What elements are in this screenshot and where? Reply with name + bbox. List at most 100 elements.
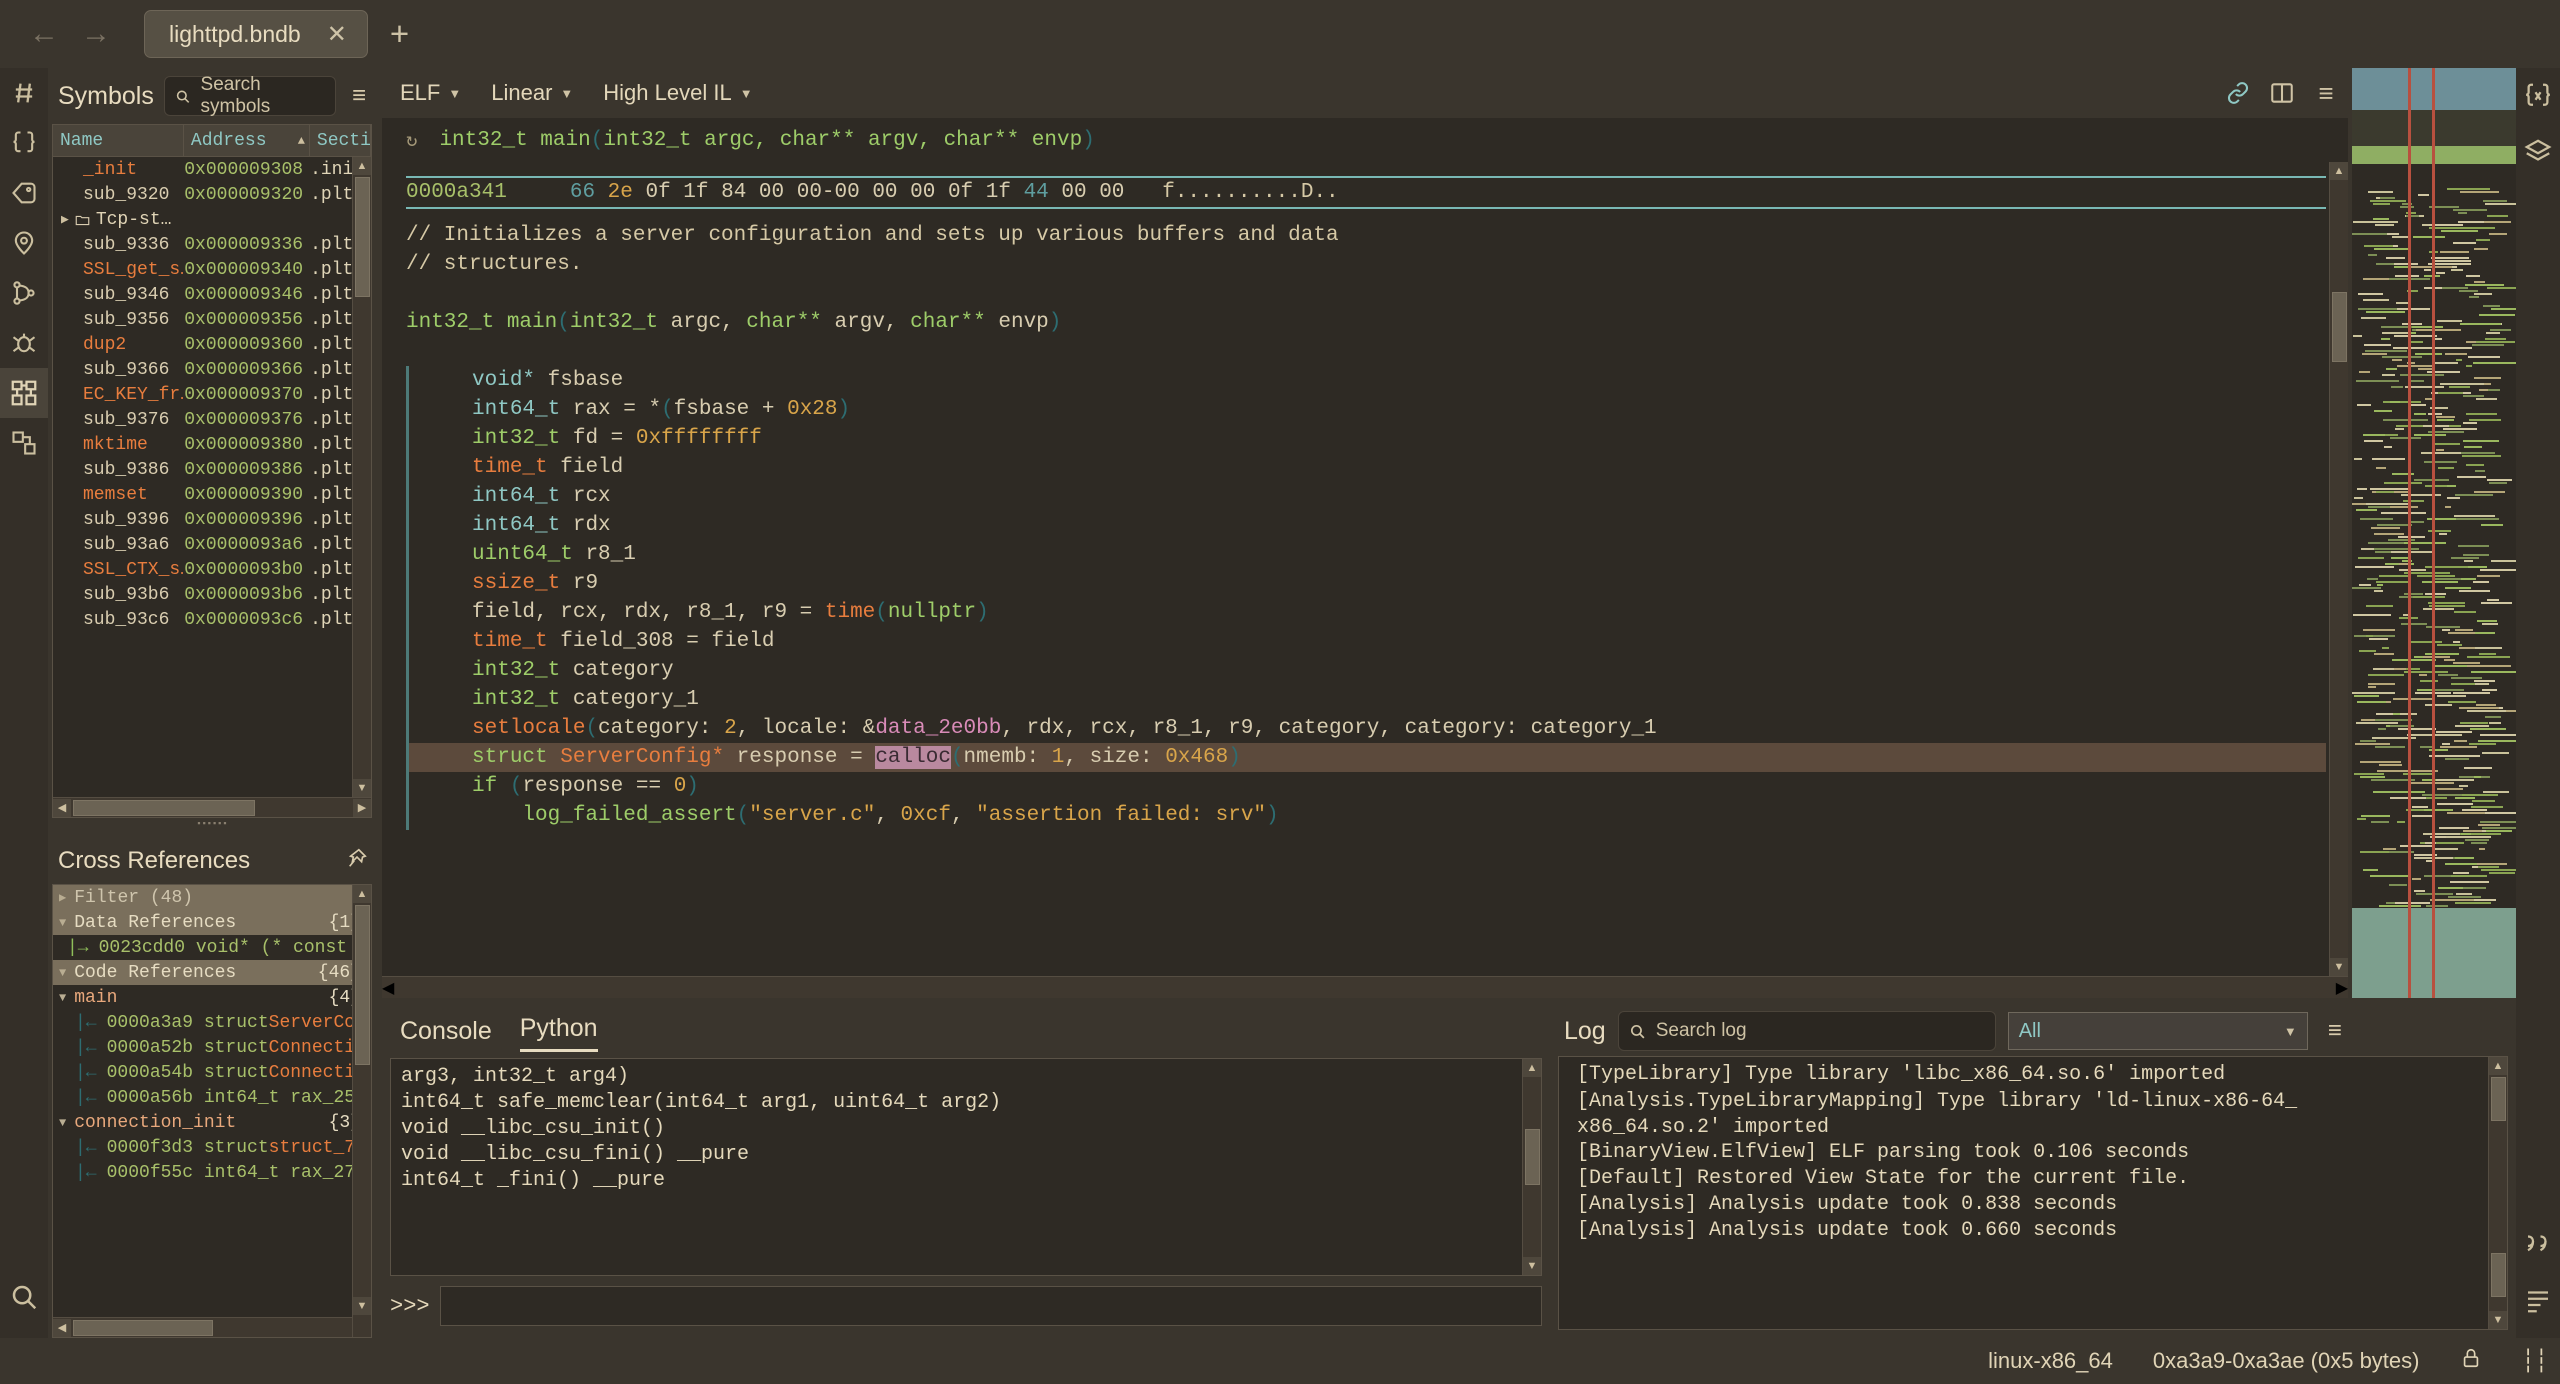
console-input[interactable] xyxy=(440,1286,1542,1326)
search-log-input[interactable]: Search log xyxy=(1618,1011,1996,1051)
code-var-r8[interactable]: uint64_t r8_1 xyxy=(406,540,2326,569)
table-row[interactable]: sub_93c60x0000093c6.plt xyxy=(53,607,371,632)
symbol-name[interactable]: sub_9356 xyxy=(53,310,184,330)
symbol-name[interactable]: EC_KEY_fr… xyxy=(53,385,184,405)
callee-log-failed-assert[interactable]: log_failed_assert xyxy=(522,804,736,827)
table-row[interactable]: sub_93460x000009346.plt xyxy=(53,282,371,307)
table-row[interactable]: sub_93360x000009336.plt xyxy=(53,232,371,257)
comments-icon[interactable] xyxy=(2516,1216,2560,1272)
refresh-icon[interactable]: ↻ xyxy=(406,129,417,152)
code-call-logassert[interactable]: log_failed_assert("server.c", 0xcf, "ass… xyxy=(406,801,2326,830)
scrollbar-thumb[interactable] xyxy=(355,905,370,1065)
layout-dropdown[interactable]: Linear ▼ xyxy=(491,80,589,106)
xrefs-vertical-scrollbar[interactable]: ▲ ▼ xyxy=(352,885,371,1337)
search-icon[interactable] xyxy=(0,1272,48,1322)
code-var-fd[interactable]: int32_t fd = 0xffffffff xyxy=(406,424,2326,453)
ref-address[interactable]: 0023cdd0 xyxy=(99,938,185,958)
symbol-name[interactable]: _init xyxy=(53,160,184,180)
minimap-overview[interactable] xyxy=(2352,68,2516,998)
code-call-time[interactable]: field, rcx, rdx, r8_1, r9 = time(nullptr… xyxy=(406,598,2326,627)
symbol-name[interactable]: sub_9320 xyxy=(53,185,184,205)
symbol-name[interactable]: SSL_CTX_s… xyxy=(53,560,184,580)
symbol-name[interactable]: memset xyxy=(53,485,184,505)
symbol-name[interactable]: sub_9386 xyxy=(53,460,184,480)
xrefs-filter-row[interactable]: ▶Filter (48) xyxy=(53,885,371,910)
code-var-category1[interactable]: int32_t category_1 xyxy=(406,685,2326,714)
symbol-name[interactable]: sub_9346 xyxy=(53,285,184,305)
symbol-name[interactable]: sub_9336 xyxy=(53,235,184,255)
xrefs-data-item[interactable]: |→0023cdd0 void* (* const callo xyxy=(53,935,371,960)
ref-address[interactable]: 0000a54b xyxy=(107,1063,193,1083)
il-level-dropdown[interactable]: High Level IL ▼ xyxy=(603,80,768,106)
callee-setlocale[interactable]: setlocale xyxy=(472,717,585,740)
xrefs-code-item[interactable]: |←0000a52b struct Connection* xyxy=(53,1035,371,1060)
column-header-name[interactable]: Name xyxy=(53,125,184,156)
hscroll-track[interactable] xyxy=(71,1320,353,1336)
xrefs-horizontal-scrollbar[interactable]: ◀ ▶ xyxy=(53,1317,371,1337)
log-level-filter-select[interactable]: All ▼ xyxy=(2008,1012,2308,1050)
code-var-field[interactable]: time_t field xyxy=(406,453,2326,482)
table-row[interactable]: sub_93a60x0000093a6.plt xyxy=(53,532,371,557)
scrollbar-thumb-2[interactable] xyxy=(2491,1253,2506,1297)
code-var-fsbase[interactable]: void* fsbase xyxy=(406,366,2326,395)
forward-icon[interactable]: → xyxy=(70,11,122,57)
scroll-down-icon[interactable]: ▼ xyxy=(2330,958,2348,976)
callee-time[interactable]: time xyxy=(825,601,875,624)
code-vertical-scrollbar[interactable]: ▲ ▼ xyxy=(2329,162,2348,976)
scrollbar-thumb[interactable] xyxy=(2491,1077,2506,1121)
symbol-name[interactable]: dup2 xyxy=(53,335,184,355)
debugger-icon[interactable] xyxy=(0,318,48,368)
table-row[interactable]: sub_93560x000009356.plt xyxy=(53,307,371,332)
code-var-rax[interactable]: int64_t rax = *(fsbase + 0x28) xyxy=(406,395,2326,424)
ref-address[interactable]: 0000a52b xyxy=(107,1038,193,1058)
back-icon[interactable]: ← xyxy=(18,11,70,57)
column-header-section[interactable]: Section xyxy=(310,125,371,156)
scroll-down-icon[interactable]: ▼ xyxy=(1523,1257,1541,1275)
chevron-down-icon[interactable]: ▼ xyxy=(59,966,66,980)
panel-resize-grip[interactable]: ▪▪▪▪▪▪ xyxy=(48,818,378,828)
scroll-down-icon[interactable]: ▼ xyxy=(2489,1311,2507,1329)
scroll-right-icon[interactable]: ▶ xyxy=(2336,978,2348,998)
table-row[interactable]: dup20x000009360.plt xyxy=(53,332,371,357)
lock-icon[interactable] xyxy=(2460,1346,2482,1376)
code-horizontal-scrollbar[interactable]: ◀ ▶ xyxy=(382,976,2348,998)
scroll-up-icon[interactable]: ▲ xyxy=(1523,1059,1541,1077)
console-vertical-scrollbar[interactable]: ▲ ▼ xyxy=(1522,1059,1541,1275)
symbols-menu-icon[interactable]: ≡ xyxy=(346,82,372,110)
table-row[interactable]: sub_93760x000009376.plt xyxy=(53,407,371,432)
code-func-decl[interactable]: int32_t main(int32_t argc, char** argv, … xyxy=(406,308,2326,337)
hscroll-thumb[interactable] xyxy=(73,800,255,816)
callee-calloc[interactable]: calloc xyxy=(875,746,951,769)
code-var-rcx[interactable]: int64_t rcx xyxy=(406,482,2326,511)
scroll-up-icon[interactable]: ▲ xyxy=(2330,162,2348,180)
symbol-name[interactable]: sub_93a6 xyxy=(53,535,184,555)
table-row[interactable]: SSL_CTX_s…0x0000093b0.plt xyxy=(53,557,371,582)
xref-function-name[interactable]: main xyxy=(74,988,117,1008)
xrefs-code-item[interactable]: |←0000a3a9 struct ServerConfig xyxy=(53,1010,371,1035)
code-var-r9[interactable]: ssize_t r9 xyxy=(406,569,2326,598)
stack-view-icon[interactable] xyxy=(0,368,48,418)
branches-icon[interactable] xyxy=(0,268,48,318)
symbol-name[interactable]: sub_9376 xyxy=(53,410,184,430)
types-icon[interactable] xyxy=(0,118,48,168)
hscroll-thumb[interactable] xyxy=(73,1320,213,1336)
new-tab-button[interactable]: + xyxy=(390,15,409,53)
table-row[interactable]: sub_93b60x0000093b6.plt xyxy=(53,582,371,607)
log-vertical-scrollbar[interactable]: ▲ ▼ xyxy=(2488,1057,2507,1329)
ref-address[interactable]: 0000f3d3 xyxy=(107,1138,193,1158)
column-header-address[interactable]: Address ▲ xyxy=(184,125,310,156)
chevron-down-icon[interactable]: ▼ xyxy=(59,1116,66,1130)
view-type-dropdown[interactable]: ELF ▼ xyxy=(400,80,477,106)
chevron-right-icon[interactable]: ▶ xyxy=(59,890,66,905)
data-ref-2e0bb[interactable]: data_2e0bb xyxy=(875,717,1001,740)
symbols-icon[interactable] xyxy=(0,68,48,118)
scroll-left-icon[interactable]: ◀ xyxy=(53,799,71,817)
tags-icon[interactable] xyxy=(0,168,48,218)
table-row[interactable]: ▶Tcp-st… xyxy=(53,207,371,232)
scroll-up-icon[interactable]: ▲ xyxy=(353,157,371,175)
symbol-name[interactable]: sub_9396 xyxy=(53,510,184,530)
table-row[interactable]: mktime0x000009380.plt xyxy=(53,432,371,457)
layers-icon[interactable] xyxy=(2516,124,2560,180)
log-menu-icon[interactable]: ≡ xyxy=(2320,1017,2350,1045)
xref-function-name[interactable]: connection_init xyxy=(74,1113,236,1133)
